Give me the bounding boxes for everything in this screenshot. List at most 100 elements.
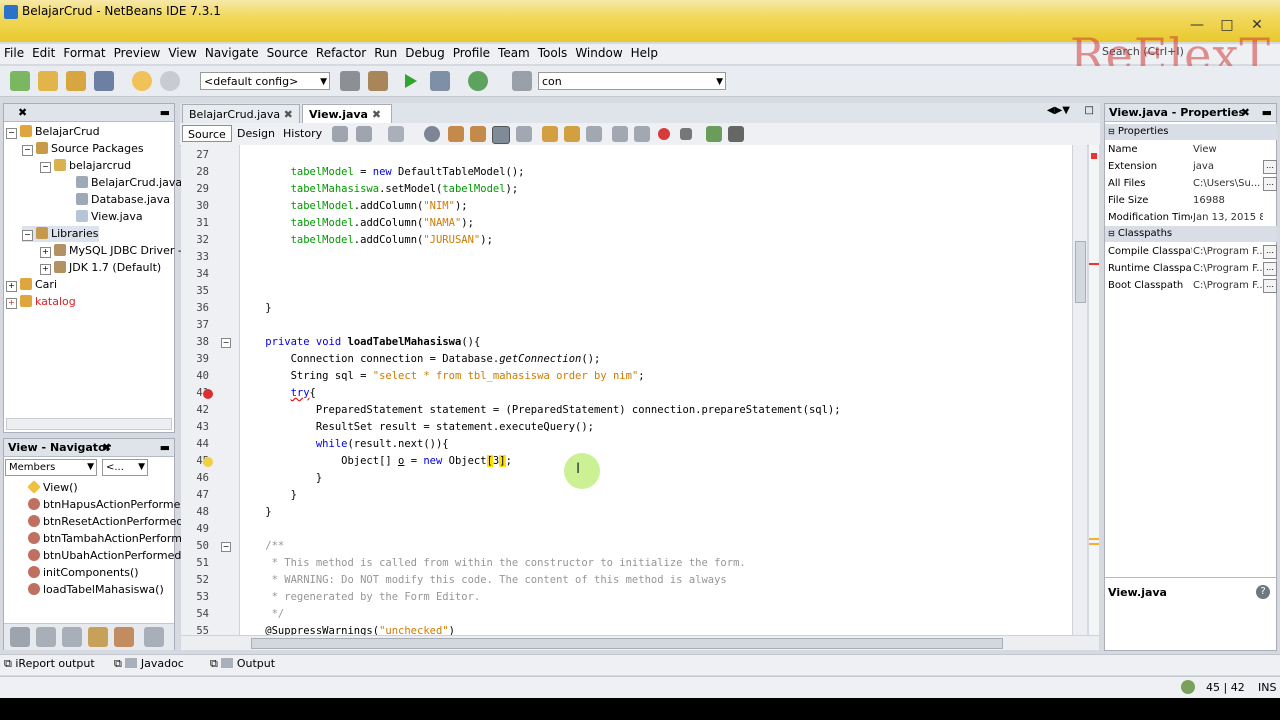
horizontal-scrollbar[interactable]: [181, 635, 1099, 650]
close-icon[interactable]: ✖: [372, 108, 381, 121]
expand-icon[interactable]: +: [40, 247, 51, 258]
property-row[interactable]: All Files C:\Users\Su...…: [1105, 175, 1277, 192]
filter-select[interactable]: <... ▼: [102, 459, 148, 476]
find-icon[interactable]: [424, 126, 440, 142]
toggle-bookmark-icon[interactable]: [516, 126, 532, 142]
section-properties[interactable]: ⊟ Properties: [1105, 124, 1277, 140]
menu-refactor[interactable]: Refactor: [312, 44, 370, 62]
list-item[interactable]: initComponents(): [28, 565, 139, 581]
fold-icon[interactable]: −: [221, 542, 231, 552]
tab-belajarcrud-java[interactable]: BelajarCrud.java ✖: [182, 104, 300, 123]
menu-profile[interactable]: Profile: [449, 44, 494, 62]
tree-item[interactable]: Database.java: [76, 192, 170, 208]
property-row[interactable]: Runtime ClasspathC:\Program F...…: [1105, 260, 1277, 277]
shift-right-icon[interactable]: [634, 126, 650, 142]
collapse-icon[interactable]: −: [22, 230, 33, 241]
collapse-icon[interactable]: −: [22, 145, 33, 156]
tree-item[interactable]: BelajarCrud.java: [76, 175, 182, 191]
save-all-icon[interactable]: [94, 71, 114, 91]
list-item[interactable]: btnResetActionPerformed: [28, 514, 183, 530]
find-icon[interactable]: [512, 71, 532, 91]
menu-run[interactable]: Run: [370, 44, 401, 62]
code-editor[interactable]: tabelModel = new DefaultTableModel(); ta…: [240, 145, 1072, 635]
fold-icon[interactable]: −: [221, 338, 231, 348]
build-icon[interactable]: [340, 71, 360, 91]
tree-item[interactable]: View.java: [76, 209, 143, 225]
undo-icon[interactable]: [132, 71, 152, 91]
close-icon[interactable]: ✖: [284, 108, 293, 121]
tree-item[interactable]: − BelajarCrud: [6, 124, 100, 140]
list-item[interactable]: View(): [27, 480, 78, 496]
next-bookmark-icon[interactable]: [564, 126, 580, 142]
tab-javadoc[interactable]: ⧉ Javadoc: [114, 657, 184, 671]
menu-team[interactable]: Team: [494, 44, 534, 62]
property-row[interactable]: File Size 16988: [1105, 192, 1277, 209]
filter-icon[interactable]: [144, 627, 164, 647]
property-row[interactable]: Extension java…: [1105, 158, 1277, 175]
bookmark-icon[interactable]: [586, 126, 602, 142]
clean-build-icon[interactable]: [368, 71, 388, 91]
error-icon[interactable]: [203, 389, 213, 399]
vertical-scrollbar[interactable]: [1072, 145, 1087, 635]
list-item[interactable]: btnUbahActionPerformed: [28, 548, 181, 564]
menu-window[interactable]: Window: [571, 44, 626, 62]
help-icon[interactable]: ?: [1256, 585, 1270, 599]
search-combo[interactable]: con ▼: [538, 72, 726, 90]
property-row[interactable]: Boot Classpath C:\Program F...…: [1105, 277, 1277, 294]
maximize-icon[interactable]: □: [1085, 105, 1094, 116]
hint-bulb-icon[interactable]: [203, 457, 213, 467]
minimize-panel-icon[interactable]: ▬: [1262, 104, 1272, 122]
warning-marker[interactable]: [1089, 538, 1099, 540]
menu-file[interactable]: File: [0, 44, 28, 62]
open-project-icon[interactable]: [66, 71, 86, 91]
filter-icon[interactable]: [114, 627, 134, 647]
tree-item-selected[interactable]: − Libraries: [22, 226, 99, 242]
scrollbar-thumb[interactable]: [1075, 241, 1086, 303]
tree-item[interactable]: + Cari: [6, 277, 57, 293]
run-icon[interactable]: [400, 71, 420, 91]
find-previous-icon[interactable]: [448, 126, 464, 142]
ellipsis-button[interactable]: …: [1263, 245, 1277, 259]
comment-icon[interactable]: [706, 126, 722, 142]
find-next-icon[interactable]: [470, 126, 486, 142]
filter-icon[interactable]: [88, 627, 108, 647]
back-icon[interactable]: [332, 126, 348, 142]
close-icon[interactable]: ✖: [18, 104, 27, 122]
tree-item[interactable]: − Source Packages: [22, 141, 144, 157]
tree-item[interactable]: + katalog: [6, 294, 76, 310]
expand-icon[interactable]: +: [6, 298, 17, 309]
menu-edit[interactable]: Edit: [28, 44, 59, 62]
expand-icon[interactable]: +: [40, 264, 51, 275]
section-classpaths[interactable]: ⊟ Classpaths: [1105, 226, 1277, 242]
minimize-panel-icon[interactable]: ▬: [160, 439, 170, 457]
error-marker[interactable]: [1091, 153, 1097, 159]
collapse-icon[interactable]: −: [40, 162, 51, 173]
menu-help[interactable]: Help: [627, 44, 662, 62]
horizontal-scrollbar[interactable]: [6, 418, 172, 430]
tab-view-java[interactable]: View.java ✖: [302, 104, 392, 123]
menu-navigate[interactable]: Navigate: [201, 44, 263, 62]
history-view-button[interactable]: History: [278, 125, 327, 142]
highlight-icon[interactable]: [492, 126, 510, 144]
new-project-icon[interactable]: [10, 71, 30, 91]
source-view-button[interactable]: Source: [182, 125, 232, 142]
filter-icon[interactable]: [36, 627, 56, 647]
debug-icon[interactable]: [430, 71, 450, 91]
profile-icon[interactable]: [468, 71, 488, 91]
menu-format[interactable]: Format: [59, 44, 109, 62]
notification-icon[interactable]: [1181, 680, 1195, 694]
new-file-icon[interactable]: [38, 71, 58, 91]
error-marker[interactable]: [1089, 263, 1099, 265]
tab-output[interactable]: ⧉ Output: [210, 657, 275, 671]
scrollbar-thumb[interactable]: [251, 638, 1003, 649]
minimize-panel-icon[interactable]: ▬: [160, 104, 170, 122]
tree-item[interactable]: + JDK 1.7 (Default): [40, 260, 161, 276]
list-item[interactable]: btnTambahActionPerform: [28, 531, 182, 547]
ellipsis-button[interactable]: …: [1263, 279, 1277, 293]
forward-icon[interactable]: [356, 126, 372, 142]
menu-tools[interactable]: Tools: [534, 44, 572, 62]
ellipsis-button[interactable]: …: [1263, 262, 1277, 276]
close-icon[interactable]: ✖: [1241, 104, 1250, 122]
history-icon[interactable]: [388, 126, 404, 142]
config-select[interactable]: <default config> ▼: [200, 72, 330, 90]
